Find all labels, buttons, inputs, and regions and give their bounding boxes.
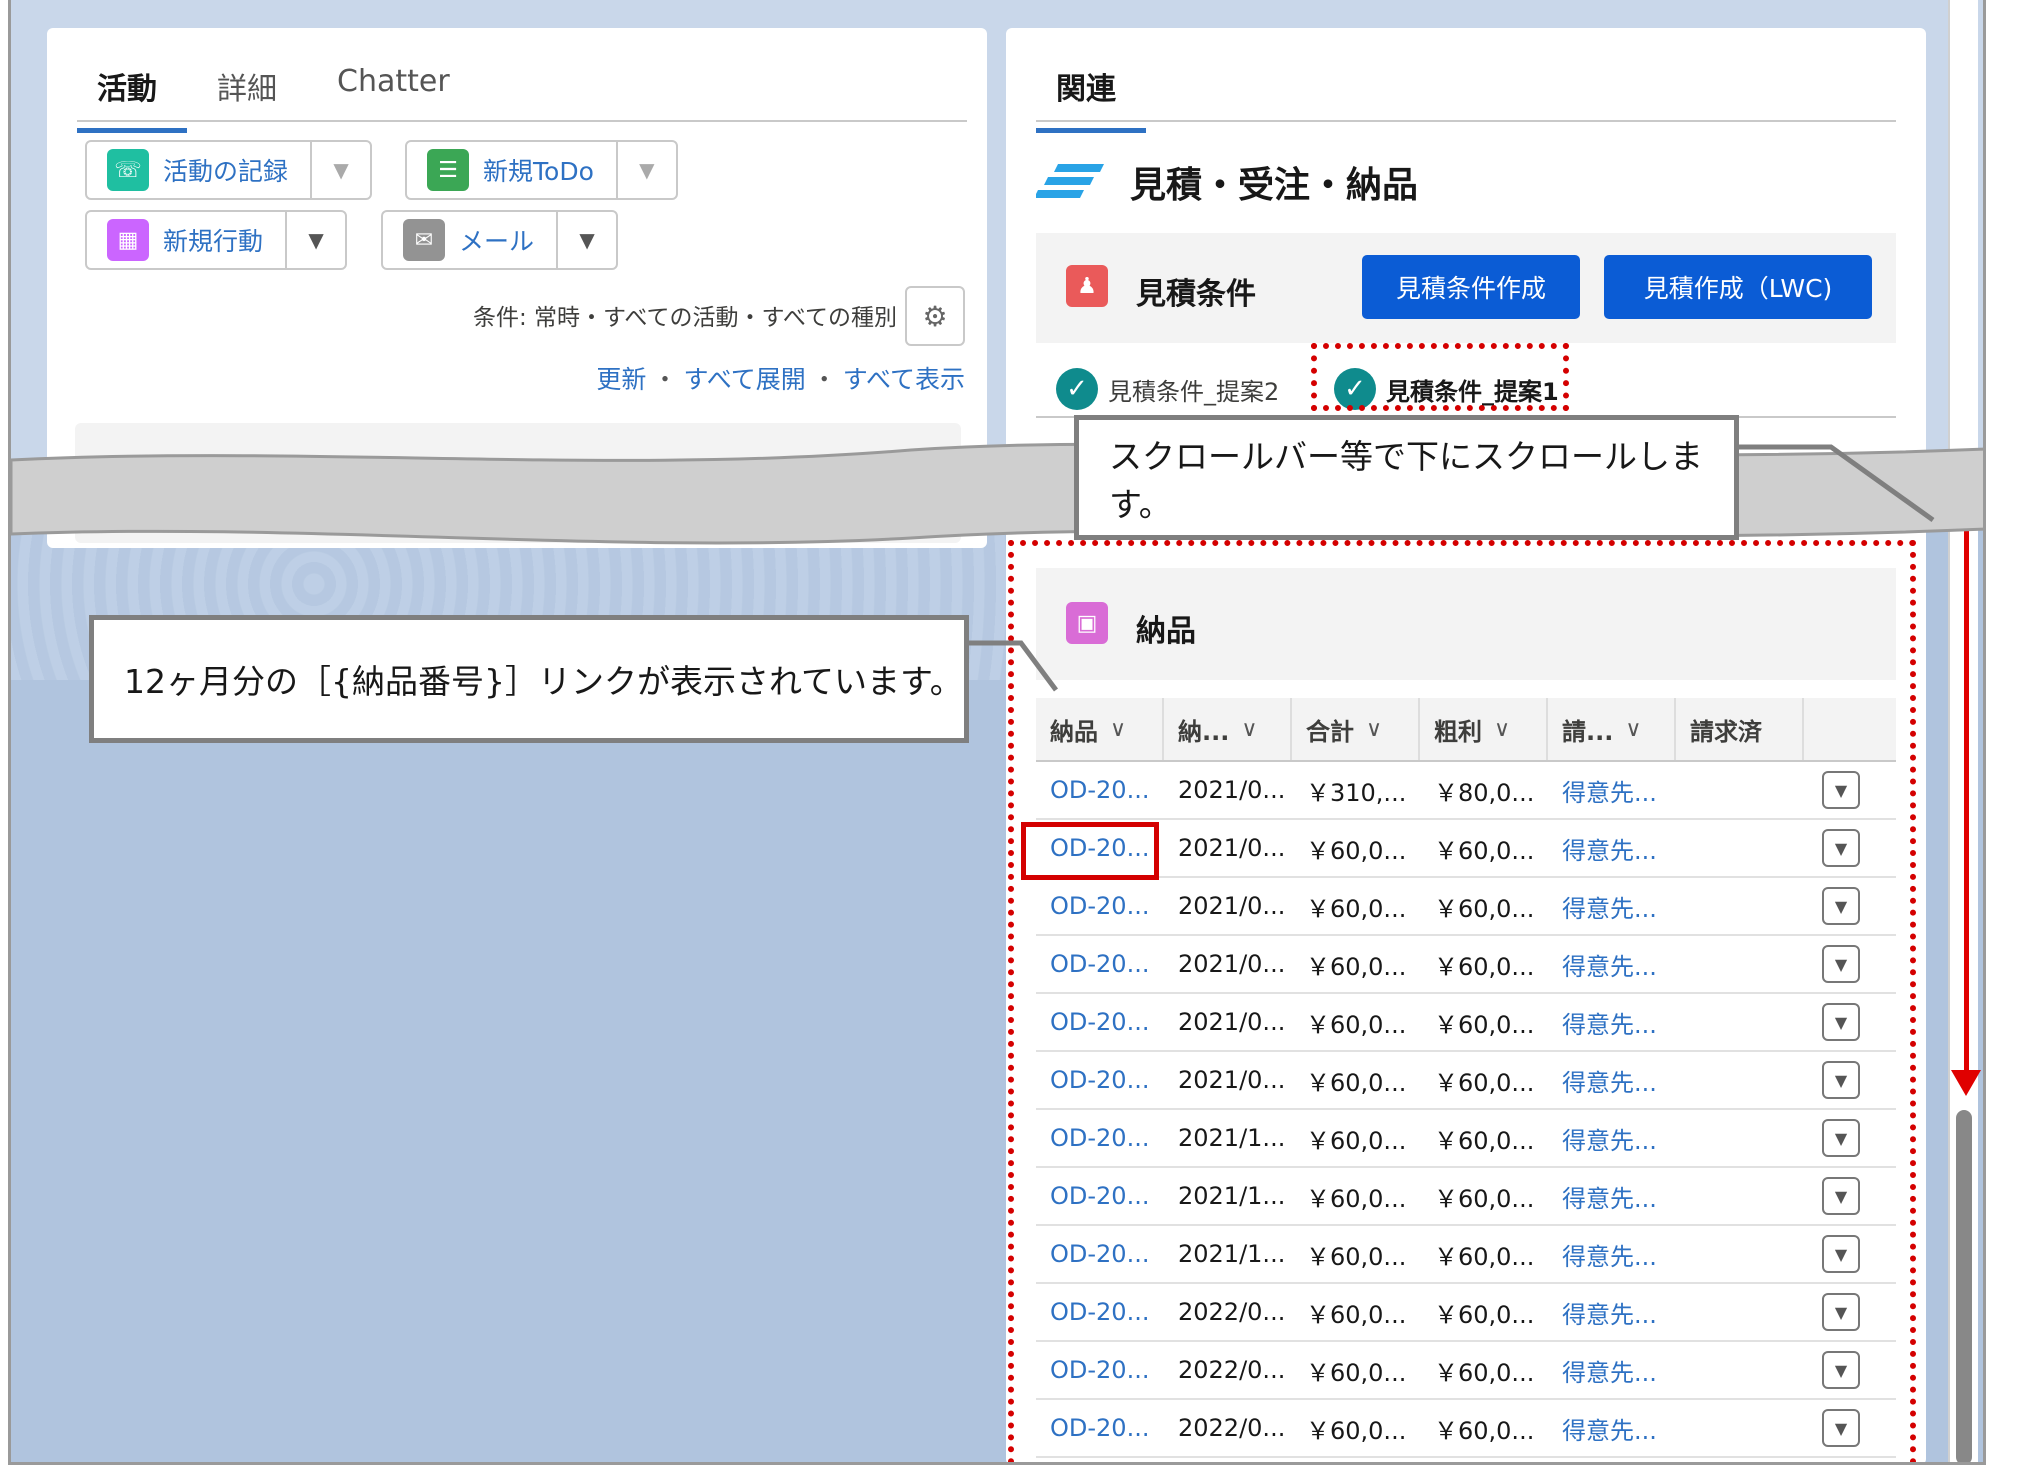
stripes-icon — [1036, 164, 1104, 198]
chevron-down-icon[interactable]: ▼ — [618, 142, 676, 198]
new-event-button[interactable]: ▦ 新規行動 — [87, 212, 288, 268]
callout-scroll-instruction: スクロールバー等で下にスクロールします。 — [1074, 415, 1739, 540]
arrow-head-icon — [1951, 1070, 1981, 1096]
refresh-link[interactable]: 更新 — [596, 360, 646, 396]
related-tabs: 関連 — [1036, 64, 1146, 133]
expand-all-link[interactable]: すべて展開 — [683, 360, 805, 396]
show-all-link[interactable]: すべて表示 — [843, 360, 965, 396]
scroll-direction-arrow — [1964, 530, 1969, 1075]
log-activity-button[interactable]: ☏ 活動の記録 — [87, 142, 313, 198]
tab-divider — [1036, 120, 1896, 122]
task-list-icon: ☰ — [427, 149, 469, 191]
new-event-label: 新規行動 — [163, 227, 264, 256]
activity-filter-text: 条件: 常時・すべての活動・すべての種別 — [472, 305, 897, 331]
log-activity-label: 活動の記録 — [163, 157, 289, 186]
quote-condition-title: 見積条件 — [1136, 277, 1256, 312]
new-event-button-group: ▦ 新規行動 ▼ — [85, 210, 348, 270]
highlight-delivery-card — [1008, 540, 1916, 1462]
chevron-down-icon[interactable]: ▼ — [287, 212, 345, 268]
new-todo-button-group: ☰ 新規ToDo ▼ — [405, 140, 678, 200]
screenshot-frame: 活動 詳細 Chatter ☏ 活動の記録 ▼ ☰ 新規ToDo ▼ ▦ 新規行… — [8, 0, 1986, 1465]
activity-tabs: 活動 詳細 Chatter — [77, 64, 480, 133]
quote-condition-card: ♟ 見積条件 見積条件作成 見積作成（LWC) — [1036, 233, 1896, 343]
gear-icon[interactable]: ⚙ — [905, 286, 965, 346]
tab-divider — [77, 120, 967, 122]
tab-activity[interactable]: 活動 — [77, 64, 187, 133]
calendar-icon: ▦ — [107, 219, 149, 261]
link-separator: ・ — [811, 365, 837, 394]
stamp-icon: ♟ — [1066, 265, 1108, 307]
link-separator: ・ — [652, 365, 678, 394]
check-icon: ✓ — [1056, 368, 1098, 410]
email-button-group: ✉ メール ▼ — [381, 210, 619, 270]
email-label: メール — [459, 227, 535, 256]
new-todo-button[interactable]: ☰ 新規ToDo — [407, 142, 618, 198]
tab-chatter[interactable]: Chatter — [307, 64, 480, 133]
section-title: 見積・受注・納品 — [1130, 165, 1419, 206]
chevron-down-icon[interactable]: ▼ — [312, 142, 370, 198]
create-quote-condition-button[interactable]: 見積条件作成 — [1362, 255, 1580, 319]
callout-delivery-links: 12ヶ月分の［{納品番号}］リンクが表示されています。 — [89, 615, 969, 743]
scrollbar-thumb[interactable] — [1956, 1110, 1972, 1462]
tab-related[interactable]: 関連 — [1036, 64, 1146, 133]
phone-icon: ☏ — [107, 149, 149, 191]
new-todo-label: 新規ToDo — [483, 157, 594, 186]
tab-details[interactable]: 詳細 — [187, 64, 307, 133]
highlight-quote-proposal-1 — [1311, 343, 1569, 411]
activity-links: 更新 ・ すべて展開 ・ すべて表示 — [596, 360, 965, 396]
chevron-down-icon[interactable]: ▼ — [558, 212, 616, 268]
email-button[interactable]: ✉ メール — [383, 212, 559, 268]
tab-label: 見積条件_提案2 — [1108, 377, 1280, 406]
tab-quote-proposal-2[interactable]: ✓ 見積条件_提案2 — [1056, 368, 1279, 410]
section-header: 見積・受注・納品 — [1036, 156, 1418, 208]
highlight-delivery-link — [1021, 822, 1159, 880]
envelope-icon: ✉ — [403, 219, 445, 261]
log-activity-button-group: ☏ 活動の記録 ▼ — [85, 140, 373, 200]
create-quote-lwc-button[interactable]: 見積作成（LWC) — [1604, 255, 1872, 319]
